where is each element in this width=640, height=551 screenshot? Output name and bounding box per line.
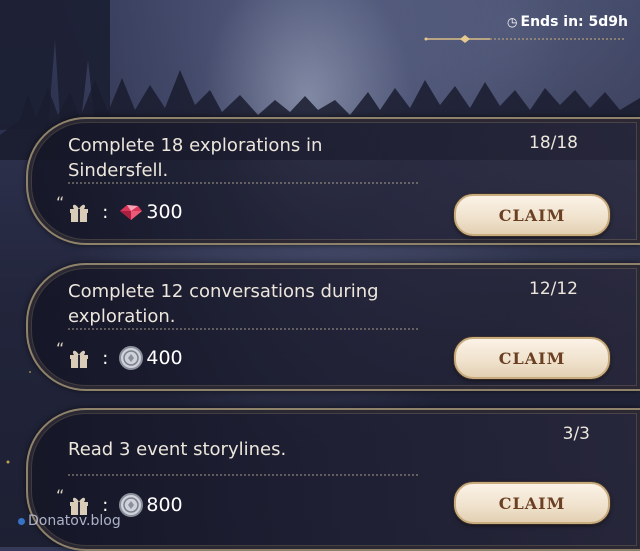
silver-coin-icon (119, 493, 144, 517)
quest-card: Complete 12 conversations during explora… (26, 263, 640, 391)
quest-title: Complete 12 conversations during explora… (68, 281, 379, 327)
quote-mark: “ (56, 192, 65, 212)
quest-card: Complete 18 explorations in Sindersfell.… (26, 117, 640, 245)
reward-separator: : (102, 201, 109, 223)
quest-progress: 12/12 (529, 279, 578, 299)
dotted-divider (68, 182, 418, 184)
reward-row: “ : 300 (56, 193, 183, 225)
gift-icon (70, 204, 89, 222)
reward-separator: : (102, 347, 109, 369)
claim-button[interactable]: CLAIM (454, 194, 610, 236)
quest-card: Read 3 event storylines. 3/3 “ : 800 CLA… (26, 408, 640, 551)
silver-coin-icon (119, 346, 144, 370)
watermark-dot-icon (18, 517, 25, 525)
quote-mark: “ (56, 338, 65, 358)
crystal-icon (120, 205, 143, 220)
claim-button[interactable]: CLAIM (454, 482, 610, 524)
reward-amount: 400 (146, 347, 183, 369)
clock-icon: ◷ (507, 15, 518, 29)
dotted-divider (68, 474, 418, 476)
ornament-divider (424, 35, 626, 43)
reward-amount: 300 (146, 201, 183, 223)
dotted-divider (68, 328, 418, 330)
gift-icon (70, 350, 89, 368)
quest-progress: 3/3 (562, 424, 590, 444)
quest-title: Complete 18 explorations in Sindersfell. (68, 135, 323, 181)
timer-text: Ends in: 5d9h (520, 14, 628, 30)
watermark-text: Donatov.blog (28, 513, 121, 529)
reward-row: “ : 400 (56, 339, 183, 371)
gift-icon (70, 497, 89, 515)
quest-progress: 18/18 (529, 133, 578, 153)
event-timer: ◷ Ends in: 5d9h (507, 14, 628, 30)
reward-amount: 800 (146, 494, 183, 516)
watermark: Donatov.blog (18, 513, 121, 529)
quote-mark: “ (56, 485, 65, 505)
claim-button[interactable]: CLAIM (454, 337, 610, 379)
quest-title: Read 3 event storylines. (68, 439, 287, 460)
